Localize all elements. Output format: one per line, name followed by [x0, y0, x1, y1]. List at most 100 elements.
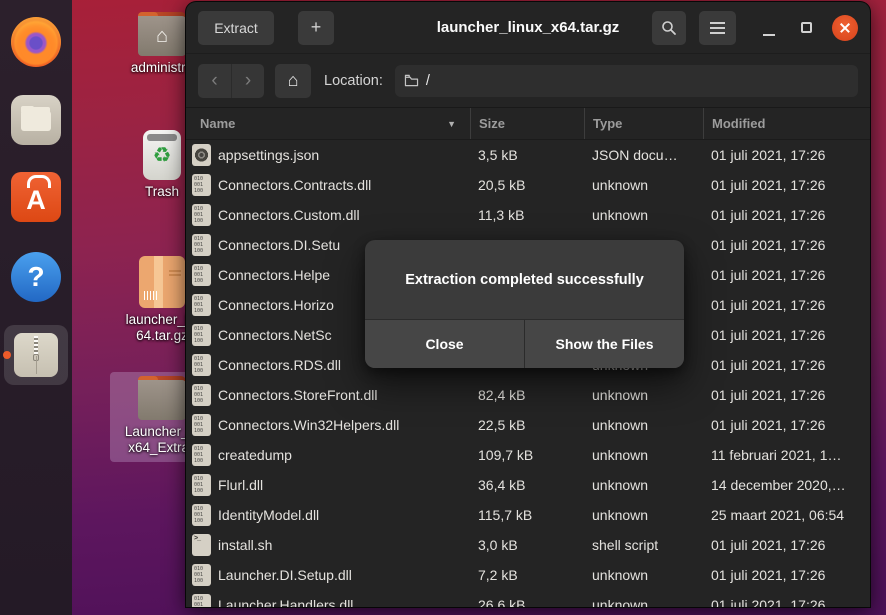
- archive-manager-icon: [14, 333, 58, 377]
- search-button[interactable]: [652, 11, 686, 45]
- extraction-complete-dialog: Extraction completed successfully Close …: [365, 240, 684, 368]
- maximize-button[interactable]: [801, 22, 812, 33]
- file-modified: 01 juli 2021, 17:26: [703, 357, 870, 373]
- file-modified: 01 juli 2021, 17:26: [703, 267, 870, 283]
- location-bar: ‹ › ⌂ Location: /: [186, 54, 870, 108]
- column-header-name[interactable]: Name ▼: [186, 108, 470, 139]
- file-name: createdump: [218, 447, 470, 463]
- file-size: 20,5 kB: [470, 177, 584, 193]
- file-type: shell script: [584, 537, 703, 553]
- file-modified: 11 februari 2021, 1…: [703, 447, 870, 463]
- table-header: Name ▼ Size Type Modified: [186, 108, 870, 140]
- binary-file-icon: [192, 204, 211, 226]
- hamburger-menu-button[interactable]: [699, 11, 736, 45]
- archive-manager-window: Extract + launcher_linux_x64.tar.gz ‹ › …: [186, 2, 870, 607]
- file-modified: 01 juli 2021, 17:26: [703, 207, 870, 223]
- file-name: Connectors.Contracts.dll: [218, 177, 470, 193]
- files-icon: [11, 95, 61, 145]
- sort-descending-icon: ▼: [447, 119, 456, 129]
- file-size: 36,4 kB: [470, 477, 584, 493]
- file-modified: 25 maart 2021, 06:54: [703, 507, 870, 523]
- current-path: /: [426, 73, 430, 89]
- add-files-button[interactable]: +: [298, 11, 334, 45]
- shell-script-icon: [192, 534, 211, 556]
- file-type: unknown: [584, 477, 703, 493]
- file-size: 26,6 kB: [470, 597, 584, 607]
- file-modified: 14 december 2020,…: [703, 477, 870, 493]
- location-field[interactable]: /: [395, 65, 858, 97]
- back-button[interactable]: ‹: [198, 64, 231, 98]
- file-type: unknown: [584, 417, 703, 433]
- binary-file-icon: [192, 354, 211, 376]
- file-size: 22,5 kB: [470, 417, 584, 433]
- dock-item-firefox[interactable]: [0, 17, 72, 67]
- json-file-icon: [192, 144, 211, 166]
- binary-file-icon: [192, 264, 211, 286]
- location-label: Location:: [324, 73, 383, 89]
- file-modified: 01 juli 2021, 17:26: [703, 177, 870, 193]
- table-row[interactable]: Connectors.Win32Helpers.dll 22,5 kB unkn…: [186, 410, 870, 440]
- ubuntu-software-icon: A: [11, 172, 61, 222]
- binary-file-icon: [192, 174, 211, 196]
- package-archive-icon: [139, 256, 185, 308]
- table-row[interactable]: Connectors.StoreFront.dll 82,4 kB unknow…: [186, 380, 870, 410]
- column-header-modified[interactable]: Modified: [703, 108, 870, 139]
- table-row[interactable]: appsettings.json 3,5 kB JSON docu… 01 ju…: [186, 140, 870, 170]
- extract-button[interactable]: Extract: [198, 11, 274, 45]
- file-table-body: appsettings.json 3,5 kB JSON docu… 01 ju…: [186, 140, 870, 607]
- file-modified: 01 juli 2021, 17:26: [703, 147, 870, 163]
- file-modified: 01 juli 2021, 17:26: [703, 297, 870, 313]
- file-type: unknown: [584, 567, 703, 583]
- table-row[interactable]: Launcher.Handlers.dll 26,6 kB unknown 01…: [186, 590, 870, 607]
- binary-file-icon: [192, 414, 211, 436]
- file-size: 7,2 kB: [470, 567, 584, 583]
- file-type: unknown: [584, 507, 703, 523]
- column-header-type[interactable]: Type: [584, 108, 703, 139]
- dock-item-help[interactable]: ?: [0, 252, 72, 302]
- file-type: JSON docu…: [584, 147, 703, 163]
- table-row[interactable]: IdentityModel.dll 115,7 kB unknown 25 ma…: [186, 500, 870, 530]
- folder-icon: [404, 74, 419, 87]
- titlebar[interactable]: Extract + launcher_linux_x64.tar.gz: [186, 2, 870, 54]
- minimize-button[interactable]: [763, 34, 775, 36]
- file-name: Launcher.DI.Setup.dll: [218, 567, 470, 583]
- home-folder-icon: ⌂: [138, 16, 186, 56]
- column-header-size[interactable]: Size: [470, 108, 584, 139]
- binary-file-icon: [192, 444, 211, 466]
- dock-item-archive-manager[interactable]: [4, 325, 68, 385]
- zipper-pull-icon: [33, 354, 39, 361]
- table-row[interactable]: Connectors.Custom.dll 11,3 kB unknown 01…: [186, 200, 870, 230]
- search-icon: [661, 20, 677, 36]
- close-dialog-button[interactable]: Close: [365, 320, 524, 368]
- table-row[interactable]: createdump 109,7 kB unknown 11 februari …: [186, 440, 870, 470]
- table-row[interactable]: Connectors.Contracts.dll 20,5 kB unknown…: [186, 170, 870, 200]
- table-row[interactable]: Flurl.dll 36,4 kB unknown 14 december 20…: [186, 470, 870, 500]
- file-size: 3,0 kB: [470, 537, 584, 553]
- table-row[interactable]: Launcher.DI.Setup.dll 7,2 kB unknown 01 …: [186, 560, 870, 590]
- table-row[interactable]: install.sh 3,0 kB shell script 01 juli 2…: [186, 530, 870, 560]
- file-modified: 01 juli 2021, 17:26: [703, 387, 870, 403]
- home-button[interactable]: ⌂: [275, 64, 311, 98]
- binary-file-icon: [192, 594, 211, 607]
- binary-file-icon: [192, 324, 211, 346]
- binary-file-icon: [192, 294, 211, 316]
- dock: A ?: [0, 0, 72, 615]
- binary-file-icon: [192, 504, 211, 526]
- close-window-button[interactable]: [832, 15, 858, 41]
- dock-item-files[interactable]: [0, 95, 72, 145]
- file-modified: 01 juli 2021, 17:26: [703, 537, 870, 553]
- file-name: appsettings.json: [218, 147, 470, 163]
- forward-button[interactable]: ›: [231, 64, 264, 98]
- file-modified: 01 juli 2021, 17:26: [703, 567, 870, 583]
- file-size: 82,4 kB: [470, 387, 584, 403]
- file-size: 11,3 kB: [470, 207, 584, 223]
- file-name: Connectors.StoreFront.dll: [218, 387, 470, 403]
- firefox-icon: [11, 17, 61, 67]
- binary-file-icon: [192, 234, 211, 256]
- dock-item-ubuntu-software[interactable]: A: [0, 172, 72, 222]
- help-icon: ?: [11, 252, 61, 302]
- file-name: IdentityModel.dll: [218, 507, 470, 523]
- file-type: unknown: [584, 387, 703, 403]
- file-size: 115,7 kB: [470, 507, 584, 523]
- show-the-files-button[interactable]: Show the Files: [524, 320, 684, 368]
